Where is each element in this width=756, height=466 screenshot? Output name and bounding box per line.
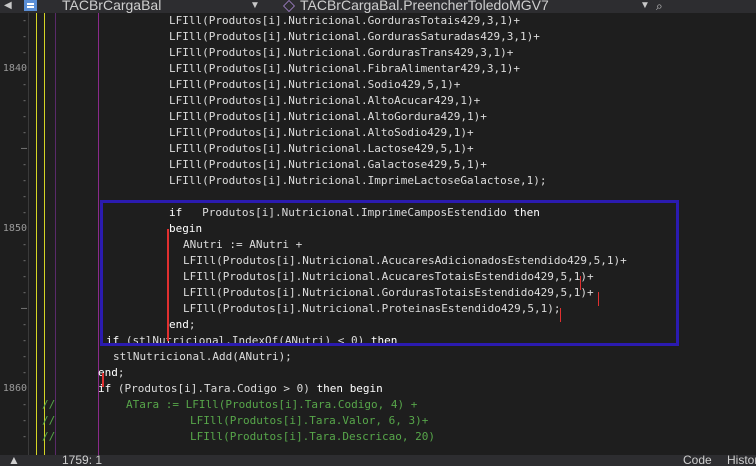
line-number: - [22,80,27,89]
class-selector[interactable]: TACBrCargaBal [62,0,161,13]
code-text: LFIll(Produtos[i].Nutricional.AltoGordur… [169,110,487,123]
code-text: LFIll(Produtos[i].Nutricional.ImprimeLac… [169,174,547,187]
line-number: - [22,208,27,217]
code-text: LFIll(Produtos[i].Nutricional.GordurasSa… [169,30,540,43]
tab-code[interactable]: Code [683,455,712,466]
code-text: stlNutricional.Add(ANutri); [113,350,292,363]
comment-marker: // [42,398,56,411]
change-marker [102,373,104,387]
code-text: ATara := LFIll(Produtos[i].Tara.Codigo, … [126,398,418,411]
search-icon[interactable]: ⌕ [656,0,663,13]
line-number: - [22,416,27,425]
collapse-icon[interactable]: ▲ [8,455,20,466]
code-line[interactable]: 1860 if (Produtos[i].Tara.Codigo > 0) the… [0,381,756,397]
code-line[interactable]: - LFIll(Produtos[i].Nutricional.Galactose… [0,157,756,173]
code-line[interactable]: - LFIll(Produtos[i].Nutricional.AltoSodio… [0,125,756,141]
change-marker [167,229,169,341]
line-number: - [22,176,27,185]
line-number: - [22,256,27,265]
code-line[interactable]: - LFIll(Produtos[i].Nutricional.GordurasT… [0,13,756,29]
class-icon [24,0,37,11]
line-number: - [22,96,27,105]
code-text: LFIll(Produtos[i].Nutricional.AltoSodio4… [169,126,474,139]
highlight-rectangle [100,200,679,346]
code-text: LFIll(Produtos[i].Nutricional.FibraAlime… [169,62,520,75]
line-number: - [22,128,27,137]
line-number: - [22,400,27,409]
code-text: LFIll(Produtos[i].Nutricional.AltoAcucar… [169,94,481,107]
scroll-left-icon[interactable]: ◀ [4,0,12,11]
code-text: LFIll(Produtos[i].Nutricional.GordurasTr… [169,46,514,59]
code-text: LFIll(Produtos[i].Tara.Descricao, 20) [190,430,436,443]
method-icon [283,0,295,12]
line-number: – [20,303,27,314]
code-line[interactable]: - LFIll(Produtos[i].Nutricional.Sodio429,… [0,77,756,93]
code-text: LFIll(Produtos[i].Nutricional.GordurasTo… [169,14,520,27]
code-line[interactable]: - LFIll(Produtos[i].Nutricional.AltoGordu… [0,109,756,125]
line-number: 1860 [2,383,27,394]
line-number: - [22,112,27,121]
code-line[interactable]: - stlNutricional.Add(ANutri); [0,349,756,365]
line-number: - [22,160,27,169]
code-line[interactable]: - // LFIll(Produtos[i].Tara.Valor, 6, 3)+ [0,413,756,429]
line-number: - [22,368,27,377]
code-line[interactable]: - // ATara := LFIll(Produtos[i].Tara.Codig… [0,397,756,413]
code-editor[interactable]: - LFIll(Produtos[i].Nutricional.GordurasT… [0,13,756,455]
line-number: - [22,48,27,57]
comment-marker: // [42,414,56,427]
code-line[interactable]: – LFIll(Produtos[i].Nutricional.Lactose42… [0,141,756,157]
cursor-marker [580,276,581,290]
code-text: LFIll(Produtos[i].Nutricional.Sodio429,5… [169,78,461,91]
chevron-down-icon[interactable]: ▼ [640,0,650,11]
code-text: LFIll(Produtos[i].Nutricional.Lactose429… [169,142,474,155]
code-text: if (Produtos[i].Tara.Codigo > 0) then be… [98,382,383,395]
line-number: - [22,336,27,345]
cursor-marker [598,292,599,306]
code-line[interactable]: - LFIll(Produtos[i].Nutricional.GordurasS… [0,29,756,45]
line-number: 1850 [2,223,27,234]
code-line[interactable]: - LFIll(Produtos[i].Nutricional.ImprimeLa… [0,173,756,189]
line-number: - [22,192,27,201]
line-number: - [22,32,27,41]
code-line[interactable]: - end; [0,365,756,381]
comment-marker: // [42,430,56,443]
line-number: 1840 [2,63,27,74]
code-line[interactable]: - // LFIll(Produtos[i].Tara.Descricao, 20) [0,429,756,445]
code-text: LFIll(Produtos[i].Tara.Valor, 6, 3)+ [190,414,429,427]
line-number: - [22,288,27,297]
method-selector[interactable]: TACBrCargaBal.PreencherToledoMGV7 [300,0,549,13]
line-number: - [22,352,27,361]
line-number: - [22,432,27,441]
chevron-down-icon[interactable]: ▼ [250,0,260,11]
code-text: LFIll(Produtos[i].Nutricional.Galactose4… [169,158,487,171]
line-number: - [22,240,27,249]
cursor-position: 1759: 1 [62,455,103,466]
editor-navigation-bar: ◀ TACBrCargaBal ▼ TACBrCargaBal.Preenche… [0,0,756,13]
line-number: – [20,143,27,154]
code-line[interactable]: 1840 LFIll(Produtos[i].Nutricional.FibraA… [0,61,756,77]
status-bar: ▲ 1759: 1 Code History [0,455,756,466]
code-line[interactable]: - LFIll(Produtos[i].Nutricional.AltoAcuca… [0,93,756,109]
cursor-marker [560,308,561,322]
line-number: - [22,272,27,281]
line-number: - [22,320,27,329]
tab-history[interactable]: History [727,455,756,466]
line-number: - [22,16,27,25]
code-line[interactable]: - LFIll(Produtos[i].Nutricional.GordurasT… [0,45,756,61]
